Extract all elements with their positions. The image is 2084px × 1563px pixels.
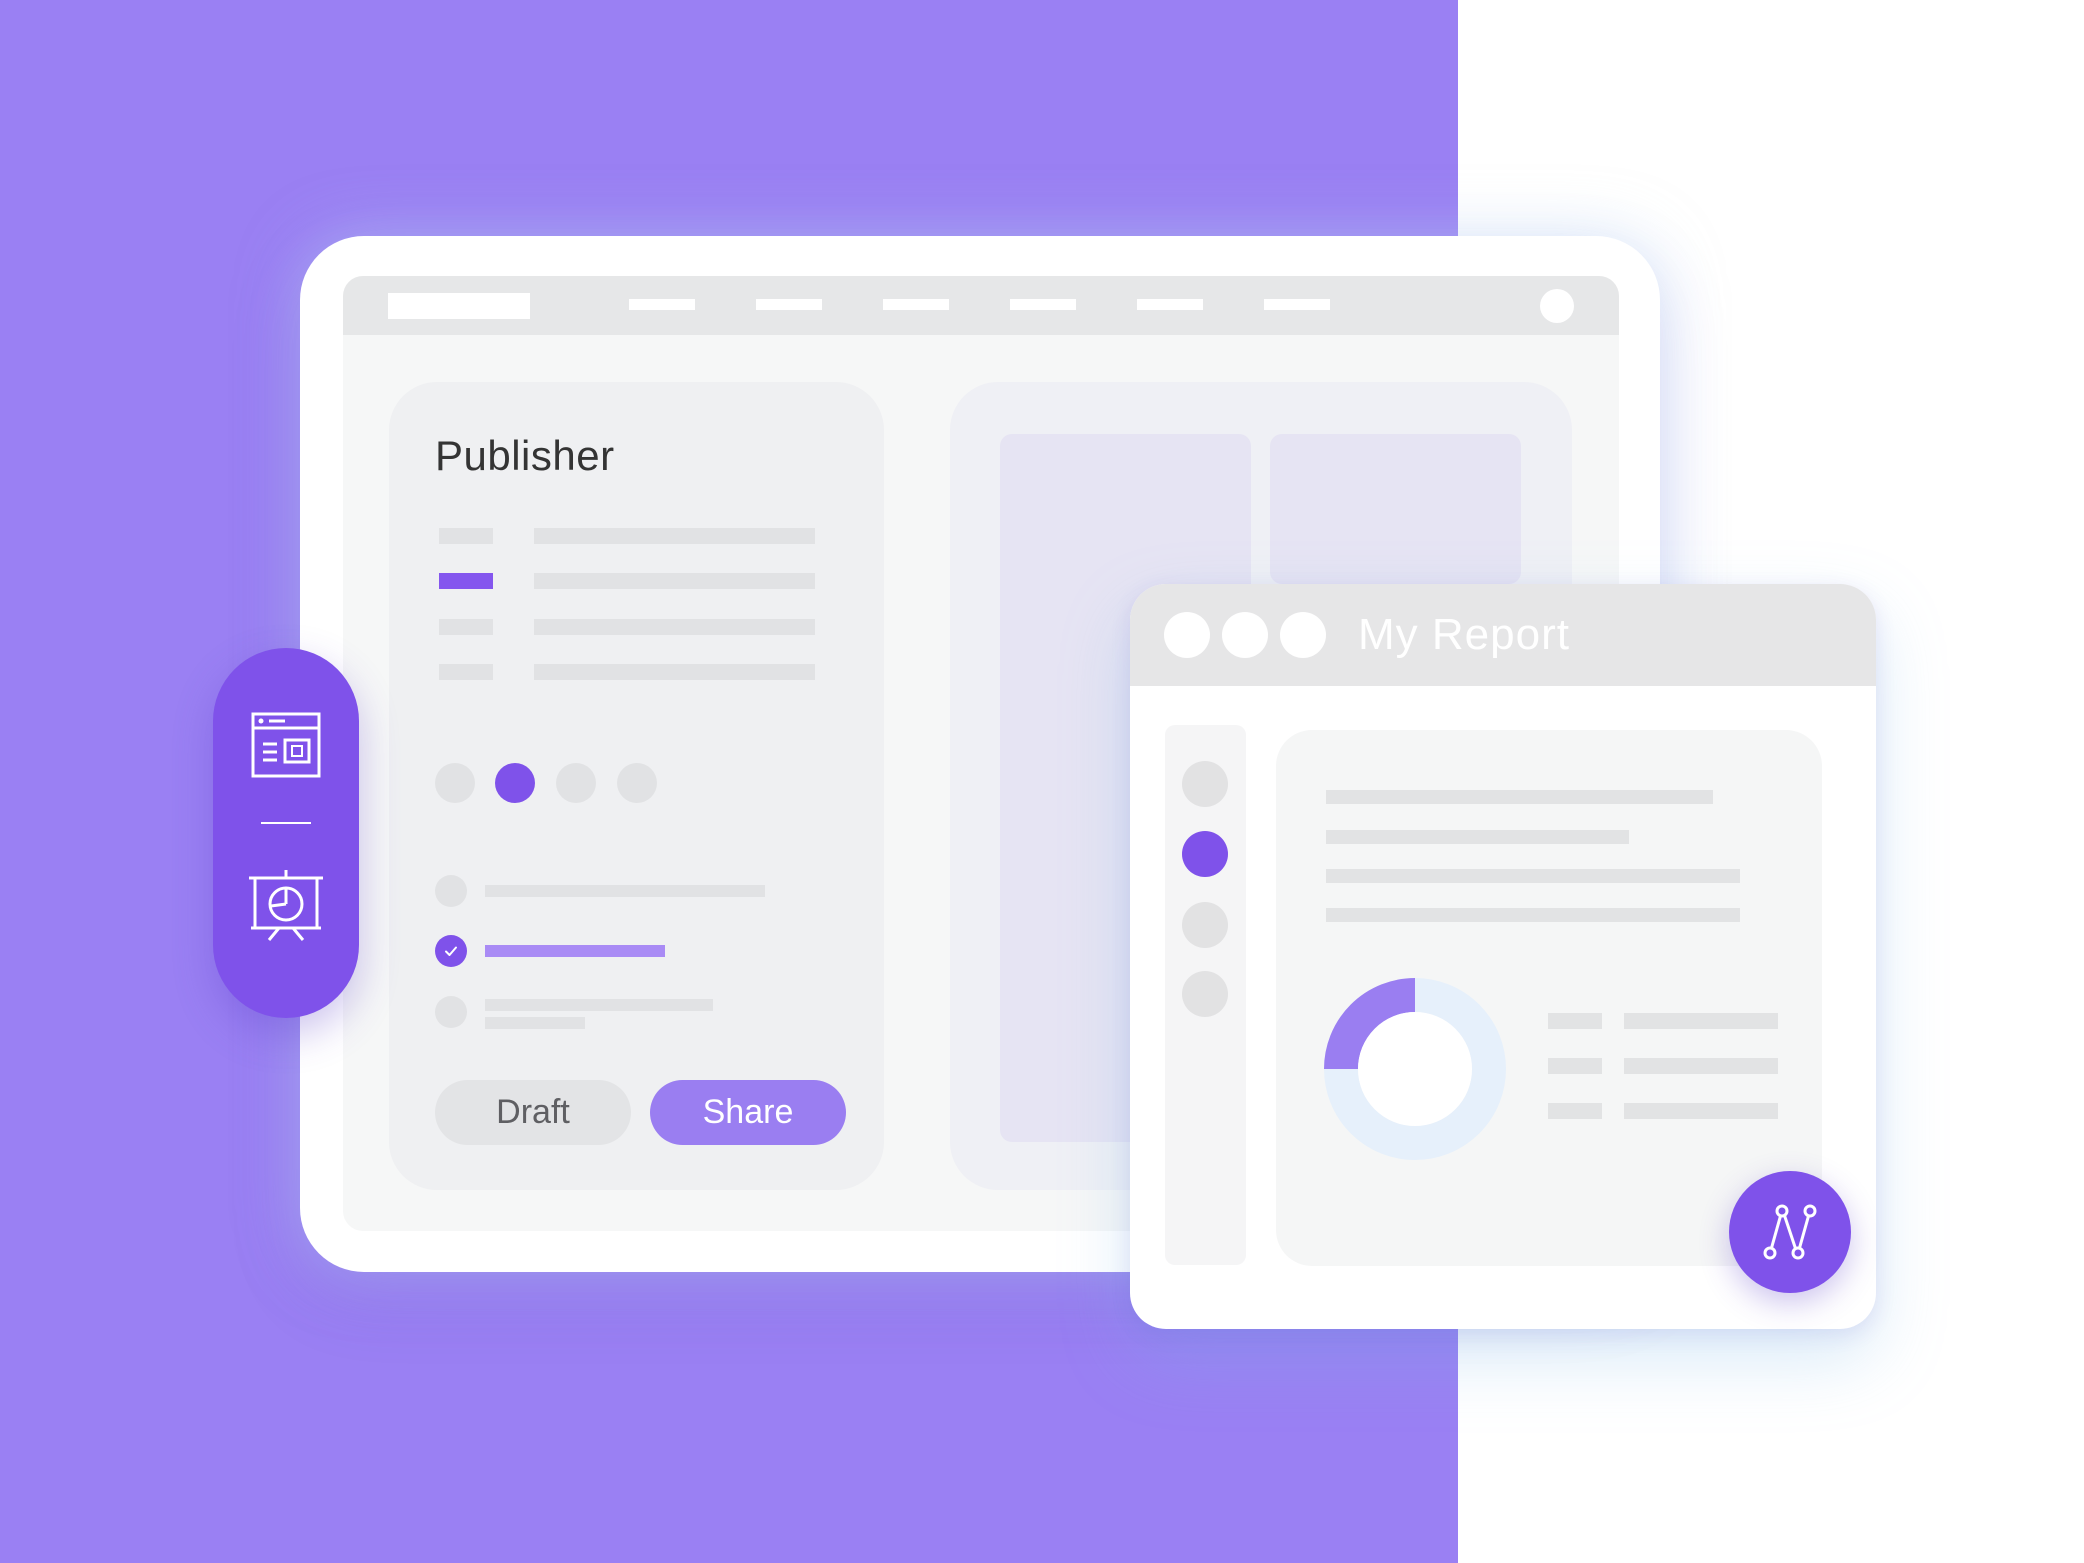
nav-link-5[interactable] — [1137, 299, 1203, 310]
nav-link-1[interactable] — [629, 299, 695, 310]
text-line — [1326, 908, 1740, 922]
legend-label-line — [1624, 1013, 1778, 1029]
list-item-marker-active — [439, 573, 493, 589]
user-avatar[interactable] — [1540, 289, 1574, 323]
window-control-dot[interactable] — [1164, 612, 1210, 658]
nav-link-3[interactable] — [883, 299, 949, 310]
legend-label-line — [1624, 1058, 1778, 1074]
donut-chart[interactable] — [1324, 978, 1506, 1160]
legend-swatch — [1548, 1013, 1602, 1029]
legend-swatch — [1548, 1058, 1602, 1074]
list-item-line[interactable] — [534, 528, 815, 544]
option-label-line — [485, 999, 713, 1011]
option-radio[interactable] — [435, 996, 467, 1028]
legend-swatch — [1548, 1103, 1602, 1119]
text-line — [1326, 790, 1713, 804]
sidebar-item[interactable] — [1182, 761, 1228, 807]
report-title: My Report — [1358, 610, 1570, 659]
list-item-marker — [439, 528, 493, 544]
report-card — [1276, 730, 1822, 1266]
option-label-line — [485, 885, 765, 897]
list-item-line[interactable] — [534, 573, 815, 589]
option-label-line-selected — [485, 945, 665, 957]
list-item-marker — [439, 619, 493, 635]
nav-link-4[interactable] — [1010, 299, 1076, 310]
option-radio[interactable] — [435, 875, 467, 907]
flow-path-icon — [1763, 1204, 1817, 1260]
pagination-dot-active[interactable] — [495, 763, 535, 803]
pagination-dot[interactable] — [435, 763, 475, 803]
share-button[interactable]: Share — [650, 1080, 846, 1145]
window-control-dot[interactable] — [1280, 612, 1326, 658]
option-radio-checked[interactable] — [435, 935, 467, 967]
pagination-dot[interactable] — [617, 763, 657, 803]
report-sidebar — [1165, 725, 1246, 1265]
layout-template-icon[interactable] — [249, 708, 323, 782]
flow-action-button[interactable] — [1729, 1171, 1851, 1293]
nav-link-6[interactable] — [1264, 299, 1330, 310]
check-icon — [445, 946, 457, 956]
sidebar-item-active[interactable] — [1182, 831, 1228, 877]
side-toolbar — [213, 648, 359, 1018]
publisher-panel: Publisher Draft Share — [389, 382, 884, 1190]
list-item-line[interactable] — [534, 664, 815, 680]
toolbar-divider — [261, 822, 311, 824]
nav-link-2[interactable] — [756, 299, 822, 310]
sidebar-item[interactable] — [1182, 971, 1228, 1017]
text-line — [1326, 869, 1740, 883]
option-sublabel-line — [485, 1017, 585, 1029]
list-item-marker — [439, 664, 493, 680]
content-block-short[interactable] — [1270, 434, 1521, 584]
draft-button[interactable]: Draft — [435, 1080, 631, 1145]
report-titlebar: My Report — [1130, 584, 1876, 686]
publisher-title: Publisher — [435, 432, 615, 479]
top-navigation-bar — [343, 276, 1619, 335]
nav-logo-placeholder[interactable] — [388, 293, 530, 319]
sidebar-item[interactable] — [1182, 902, 1228, 948]
presentation-chart-icon[interactable] — [249, 868, 323, 942]
list-item-line[interactable] — [534, 619, 815, 635]
legend-label-line — [1624, 1103, 1778, 1119]
pagination-dot[interactable] — [556, 763, 596, 803]
text-line — [1326, 830, 1629, 844]
window-control-dot[interactable] — [1222, 612, 1268, 658]
